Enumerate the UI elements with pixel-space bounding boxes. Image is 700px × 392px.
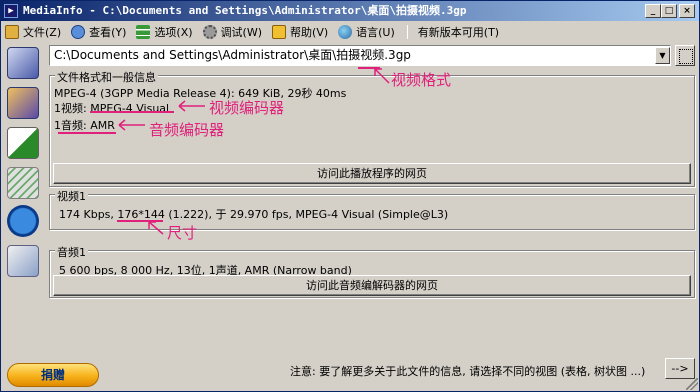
audio-codec-underline [58, 132, 116, 134]
footer-note: 注意: 要了解更多关于此文件的信息, 请选择不同的视图 (表格, 树状图 ...… [290, 365, 646, 378]
next-view-button[interactable]: --> [665, 358, 695, 379]
menu-bar: 文件(Z) 查看(Y) 选项(X) 调试(W) 帮助(V) 语言(U) 有新版本… [1, 21, 699, 43]
view-html-icon[interactable] [7, 245, 39, 277]
general-group-title: 文件格式和一般信息 [55, 69, 158, 85]
window-title: MediaInfo - C:\Documents and Settings\Ad… [23, 4, 467, 17]
options-icon [136, 25, 151, 39]
video-codec-underline [90, 111, 174, 113]
donate-button[interactable]: 捐赠 [7, 363, 99, 387]
close-button[interactable]: × [679, 4, 695, 18]
menu-separator [406, 25, 408, 39]
view-easy-icon[interactable] [7, 47, 39, 79]
video-codec-arrow-icon [178, 100, 205, 112]
player-webpage-button[interactable]: 访问此播放程序的网页 [53, 163, 691, 184]
annotation-audio-codec: 音频编码器 [149, 121, 225, 139]
menu-debug-label: 调试(W) [220, 26, 263, 39]
menu-file-label: 文件(Z) [23, 26, 62, 39]
video-group-title: 视频1 [55, 188, 88, 204]
menu-new-version-label: 有新版本可用(T) [417, 26, 500, 39]
menu-view-label: 查看(Y) [89, 26, 127, 39]
folder-icon [5, 25, 19, 39]
maximize-button[interactable]: □ [661, 4, 677, 18]
menu-view[interactable]: 查看(Y) [67, 21, 132, 43]
help-icon [272, 25, 287, 39]
title-bar[interactable]: ▶ MediaInfo - C:\Documents and Settings\… [1, 1, 699, 21]
annotation-format: 视频格式 [391, 71, 452, 89]
view-text-icon[interactable] [7, 167, 39, 199]
general-audio-line: 1音频: AMR [54, 119, 115, 132]
menu-options[interactable]: 选项(X) [132, 21, 198, 43]
eye-icon [71, 25, 86, 39]
menu-options-label: 选项(X) [154, 26, 193, 39]
chevron-down-icon[interactable]: ▼ [655, 47, 670, 64]
file-path-combo[interactable]: C:\Documents and Settings\Administrator\… [49, 45, 671, 66]
menu-language[interactable]: 语言(U) [334, 21, 401, 43]
view-sheet-icon[interactable] [7, 87, 39, 119]
resize-grip[interactable] [686, 378, 698, 390]
menu-debug[interactable]: 调试(W) [199, 21, 268, 43]
menu-file[interactable]: 文件(Z) [1, 21, 67, 43]
globe-icon [338, 25, 353, 39]
info-icon[interactable] [7, 205, 39, 237]
view-toolbar [3, 45, 43, 277]
audio-codec-webpage-button[interactable]: 访问此音频编解码器的网页 [53, 275, 691, 296]
mediainfo-window: ▶ MediaInfo - C:\Documents and Settings\… [0, 0, 700, 392]
debug-icon [202, 25, 217, 39]
format-arrow-icon [374, 68, 390, 84]
browse-button[interactable] [675, 45, 695, 66]
menu-new-version[interactable]: 有新版本可用(T) [414, 21, 505, 43]
minimize-button[interactable]: _ [645, 4, 661, 18]
general-video-line: 1视频: MPEG-4 Visual [54, 102, 170, 115]
audio-group-title: 音频1 [55, 244, 88, 260]
menu-help-label: 帮助(V) [290, 26, 329, 39]
menu-language-label: 语言(U) [356, 26, 395, 39]
menu-help[interactable]: 帮助(V) [268, 21, 334, 43]
mediainfo-app-icon[interactable]: ▶ [4, 4, 18, 18]
view-tree-icon[interactable] [7, 127, 39, 159]
audio-codec-arrow-icon [118, 119, 145, 131]
annotation-video-codec: 视频编码器 [209, 99, 285, 117]
annotation-size: 尺寸 [167, 224, 198, 242]
size-arrow-icon [148, 221, 164, 235]
